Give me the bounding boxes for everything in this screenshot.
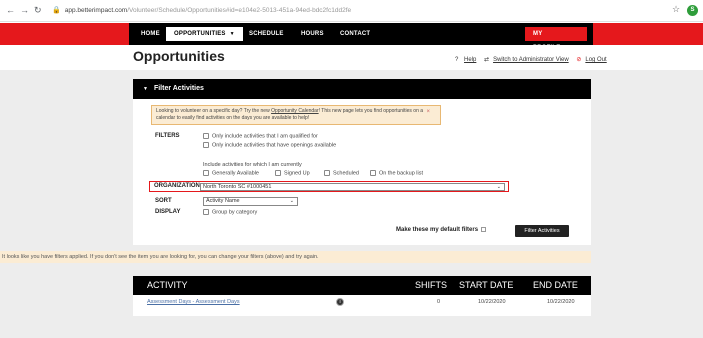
top-navigation: HOME OPPORTUNITIES ▼ SCHEDULE HOURS CONTA…: [0, 23, 703, 51]
reload-icon[interactable]: ↻: [34, 5, 42, 16]
filter-panel: ▼ Filter Activities Looking to volunteer …: [133, 79, 591, 245]
group-by-checkbox[interactable]: Group by category: [203, 209, 257, 215]
bookmark-star-icon[interactable]: ☆: [672, 4, 680, 15]
status-label: Generally Available: [212, 170, 259, 177]
info-icon[interactable]: i: [336, 298, 344, 306]
display-label: DISPLAY: [155, 209, 181, 215]
switch-admin-link[interactable]: Switch to Administrator View: [493, 57, 569, 63]
end-date-cell: 10/22/2020: [547, 299, 575, 305]
logout-link[interactable]: Log Out: [585, 57, 606, 63]
nav-opportunities-label: OPPORTUNITIES: [174, 31, 226, 37]
include-label: Include activities for which I am curren…: [203, 162, 302, 168]
organization-label: ORGANIZATION: [154, 183, 200, 189]
nav-hours[interactable]: HOURS: [293, 27, 332, 41]
nav-my-profile-label: MY PROFILE: [533, 31, 561, 51]
nav-home[interactable]: HOME: [133, 27, 168, 41]
organization-select[interactable]: North Toronto SC #1000451 ⌄: [200, 183, 505, 191]
checkbox-icon: [203, 170, 209, 176]
opportunity-calendar-link[interactable]: Opportunity Calendar: [271, 108, 319, 114]
calendar-notice: Looking to volunteer on a specific day? …: [151, 105, 441, 125]
table-header: ACTIVITY SHIFTS START DATE END DATE: [133, 276, 591, 295]
status-backup-list[interactable]: On the backup list: [370, 170, 423, 176]
lock-icon: 🔒: [52, 7, 61, 14]
status-label: Signed Up: [284, 170, 310, 177]
checkbox-icon: [275, 170, 281, 176]
browser-toolbar: ← → ↻ 🔒 app.betterimpact.com/Volunteer/Sc…: [0, 0, 703, 22]
start-date-cell: 10/22/2020: [478, 299, 506, 305]
status-scheduled[interactable]: Scheduled: [324, 170, 359, 176]
url-path: /Volunteer/Schedule/Opportunities#id=e10…: [127, 7, 352, 14]
status-label: On the backup list: [379, 170, 424, 177]
header-links: ? Help ⇄ Switch to Administrator View ⊘ Lo…: [455, 56, 607, 63]
col-start-date[interactable]: START DATE: [459, 276, 513, 295]
activities-table: ACTIVITY SHIFTS START DATE END DATE Asse…: [133, 276, 591, 316]
status-generally-available[interactable]: Generally Available: [203, 170, 259, 176]
shifts-cell: 0: [437, 299, 441, 305]
make-default-filters[interactable]: Make these my default filters: [396, 227, 487, 234]
collapse-triangle-icon: ▼: [143, 86, 148, 92]
qualified-checkbox[interactable]: Only include activities that I am qualif…: [203, 133, 318, 139]
filter-activities-button[interactable]: Filter Activities: [515, 225, 569, 237]
filters-label: FILTERS: [155, 133, 180, 139]
checkbox-icon: [324, 170, 330, 176]
help-link[interactable]: Help: [464, 57, 476, 63]
table-row: Assessment Days - Assessment Days i 0 10…: [133, 295, 591, 309]
chevron-down-icon: ▼: [564, 45, 570, 51]
page-title: Opportunities: [133, 48, 225, 64]
activity-link[interactable]: Assessment Days - Assessment Days: [147, 295, 240, 309]
logout-icon: ⊘: [576, 57, 582, 63]
forward-arrow-icon[interactable]: →: [20, 5, 29, 15]
checkbox-icon: [203, 209, 209, 215]
status-signed-up[interactable]: Signed Up: [275, 170, 310, 176]
notice-text: Looking to volunteer on a specific day? …: [156, 108, 272, 114]
sort-value: Activity Name: [206, 198, 240, 204]
openings-checkbox[interactable]: Only include activities that have openin…: [203, 142, 336, 148]
back-arrow-icon[interactable]: ←: [6, 5, 15, 15]
organization-value: North Toronto SC #1000451: [203, 184, 272, 190]
switch-icon: ⇄: [484, 57, 490, 63]
url-host: app.betterimpact.com: [64, 7, 128, 14]
col-shifts[interactable]: SHIFTS: [415, 276, 447, 295]
address-bar[interactable]: 🔒 app.betterimpact.com/Volunteer/Schedule…: [52, 4, 662, 18]
sort-select[interactable]: Activity Name ⌄: [203, 197, 298, 206]
col-end-date[interactable]: END DATE: [533, 276, 578, 295]
qualified-label: Only include activities that I am qualif…: [212, 133, 318, 140]
close-icon[interactable]: ×: [426, 109, 430, 116]
browser-profile-avatar[interactable]: S: [687, 5, 698, 16]
sort-label: SORT: [155, 198, 172, 204]
nav-opportunities[interactable]: OPPORTUNITIES ▼: [166, 27, 243, 41]
make-default-label: Make these my default filters: [396, 227, 479, 234]
openings-label: Only include activities that have openin…: [212, 142, 337, 149]
organization-row: ORGANIZATION North Toronto SC #1000451 ⌄: [149, 181, 509, 192]
help-icon: ?: [455, 57, 459, 63]
checkbox-icon: [203, 133, 209, 139]
chevron-down-icon: ⌄: [496, 184, 501, 190]
status-label: Scheduled: [333, 170, 359, 177]
nav-contact[interactable]: CONTACT: [332, 27, 378, 41]
chevron-down-icon: ⌄: [289, 198, 294, 204]
group-by-label: Group by category: [212, 209, 258, 216]
checkbox-icon: [370, 170, 376, 176]
filter-panel-title: Filter Activities: [153, 85, 204, 92]
filters-warning: It looks like you have filters applied. …: [0, 251, 591, 263]
checkbox-icon: [203, 142, 209, 148]
checkbox-icon: [481, 227, 487, 232]
nav-bar: HOME OPPORTUNITIES ▼ SCHEDULE HOURS CONTA…: [129, 23, 593, 51]
filter-panel-header[interactable]: ▼ Filter Activities: [133, 79, 591, 99]
col-activity[interactable]: ACTIVITY: [147, 276, 188, 295]
nav-schedule[interactable]: SCHEDULE: [241, 27, 292, 41]
nav-my-profile[interactable]: MY PROFILE ▼: [525, 27, 587, 51]
chevron-down-icon: ▼: [229, 31, 235, 37]
